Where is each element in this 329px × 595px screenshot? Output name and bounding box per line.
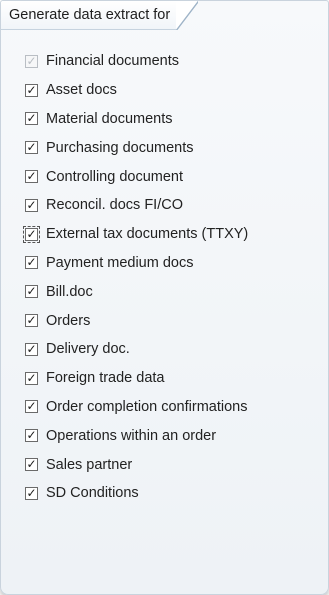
- group-box-title: Generate data extract for: [1, 1, 177, 30]
- checkbox-bill-doc[interactable]: ✓: [25, 285, 38, 299]
- checkbox-external-tax-documents[interactable]: ✓: [23, 225, 40, 243]
- checkbox-financial-documents: ✓: [25, 53, 38, 68]
- checkbox-asset-docs[interactable]: ✓: [25, 83, 38, 97]
- checkbox-label: Operations within an order: [46, 427, 217, 444]
- checkbox-list: ✓ Financial documents ✓ Asset docs ✓ Mat…: [23, 47, 328, 508]
- checkbox-row-purchasing-documents[interactable]: ✓ Purchasing documents: [25, 133, 328, 162]
- checkbox-label: Foreign trade data: [46, 370, 165, 387]
- checkbox-reconcil-docs[interactable]: ✓: [25, 198, 38, 212]
- checkbox-label: Delivery doc.: [46, 341, 130, 358]
- tab-slant-decoration: [176, 1, 199, 30]
- checkbox-row-material-documents[interactable]: ✓ Material documents: [25, 105, 328, 134]
- checkbox-label: Reconcil. docs FI/CO: [46, 197, 183, 214]
- checkbox-sd-conditions[interactable]: ✓: [25, 486, 38, 500]
- checkbox-controlling-document[interactable]: ✓: [25, 170, 38, 184]
- checkbox-row-sd-conditions[interactable]: ✓ SD Conditions: [25, 479, 328, 508]
- checkbox-row-financial-documents[interactable]: ✓ Financial documents: [25, 47, 328, 76]
- checkbox-row-foreign-trade-data[interactable]: ✓ Foreign trade data: [25, 364, 328, 393]
- checkbox-row-sales-partner[interactable]: ✓ Sales partner: [25, 450, 328, 479]
- checkbox-row-asset-docs[interactable]: ✓ Asset docs: [25, 76, 328, 105]
- checkbox-purchasing-documents[interactable]: ✓: [25, 141, 38, 155]
- checkbox-material-documents[interactable]: ✓: [25, 112, 38, 126]
- checkbox-row-controlling-document[interactable]: ✓ Controlling document: [25, 162, 328, 191]
- checkbox-label: Order completion confirmations: [46, 398, 248, 415]
- checkbox-payment-medium-docs[interactable]: ✓: [25, 256, 38, 270]
- checkbox-label: Purchasing documents: [46, 139, 194, 156]
- checkbox-row-orders[interactable]: ✓ Orders: [25, 306, 328, 335]
- checkbox-row-bill-doc[interactable]: ✓ Bill.doc: [25, 277, 328, 306]
- checkbox-label: Payment medium docs: [46, 254, 194, 271]
- checkbox-order-completion-confirmations[interactable]: ✓: [25, 400, 38, 414]
- group-box-tab: Generate data extract for: [1, 1, 199, 30]
- checkbox-operations-within-order[interactable]: ✓: [25, 429, 38, 443]
- checkbox-label: Controlling document: [46, 168, 184, 185]
- checkbox-sales-partner[interactable]: ✓: [25, 458, 38, 472]
- checkbox-foreign-trade-data[interactable]: ✓: [25, 371, 38, 385]
- data-extract-group-box: Generate data extract for ✓ Financial do…: [0, 0, 329, 595]
- checkbox-label: SD Conditions: [46, 485, 139, 502]
- checkbox-label: Bill.doc: [46, 283, 93, 300]
- checkbox-delivery-doc[interactable]: ✓: [25, 342, 38, 356]
- checkbox-row-operations-within-order[interactable]: ✓ Operations within an order: [25, 421, 328, 450]
- checkbox-label: Material documents: [46, 110, 173, 127]
- checkbox-orders[interactable]: ✓: [25, 314, 38, 328]
- checkbox-label: Asset docs: [46, 82, 117, 99]
- checkbox-label: Sales partner: [46, 456, 133, 473]
- checkbox-row-external-tax-documents[interactable]: ✓ External tax documents (TTXY): [23, 220, 328, 249]
- checkbox-label: Orders: [46, 312, 91, 329]
- checkbox-row-delivery-doc[interactable]: ✓ Delivery doc.: [25, 335, 328, 364]
- checkbox-label: External tax documents (TTXY): [46, 226, 249, 243]
- checkbox-row-payment-medium-docs[interactable]: ✓ Payment medium docs: [25, 249, 328, 278]
- checkbox-row-reconcil-docs[interactable]: ✓ Reconcil. docs FI/CO: [25, 191, 328, 220]
- checkbox-row-order-completion-confirmations[interactable]: ✓ Order completion confirmations: [25, 393, 328, 422]
- checkbox-label: Financial documents: [46, 53, 179, 70]
